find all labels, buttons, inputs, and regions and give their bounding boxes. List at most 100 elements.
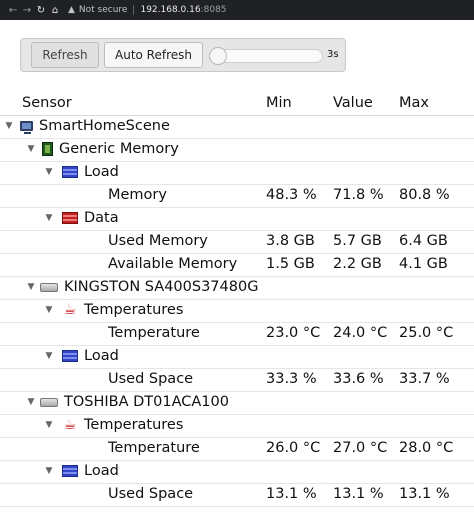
back-icon[interactable]: ← [6, 5, 20, 16]
sensor-min: 13.1 % [266, 486, 317, 502]
slider-handle[interactable] [209, 47, 227, 65]
thermometer-icon: ☕ [63, 417, 77, 433]
sensor-min: 26.0 °C [266, 440, 321, 456]
sensor-min: 33.3 % [266, 371, 317, 387]
sensor-max: 80.8 % [399, 187, 450, 203]
tree-row-hardware[interactable]: ▼ TOSHIBA DT01ACA100 [0, 392, 474, 415]
row-label: Temperatures [84, 417, 184, 433]
row-label: KINGSTON SA400S37480G [64, 279, 259, 295]
table-header: Sensor Min Value Max [0, 92, 474, 116]
row-label: Temperatures [84, 302, 184, 318]
header-sensor: Sensor [22, 95, 72, 111]
tree-row-hardware[interactable]: ▼ KINGSTON SA400S37480G [0, 277, 474, 300]
sensor-min: 3.8 GB [266, 233, 315, 249]
sensor-value: 2.2 GB [333, 256, 382, 272]
url-field[interactable]: 192.168.0.16:8085 [140, 5, 226, 15]
sensor-value: 13.1 % [333, 486, 384, 502]
load-icon [62, 350, 78, 362]
forward-icon[interactable]: → [20, 5, 34, 16]
tree-row-group[interactable]: ▼ ☕ Temperatures [0, 300, 474, 323]
collapse-toggle[interactable]: ▼ [4, 121, 14, 131]
sensor-row[interactable]: Temperature 23.0 °C 24.0 °C 25.0 °C [0, 323, 474, 346]
tree-row-computer[interactable]: ▼ SmartHomeScene [0, 116, 474, 139]
sensor-min: 48.3 % [266, 187, 317, 203]
sensor-name: Temperature [108, 325, 200, 341]
sensor-row[interactable]: Used Space 33.3 % 33.6 % 33.7 % [0, 369, 474, 392]
header-max: Max [399, 95, 429, 111]
sensor-row[interactable]: Temperature 26.0 °C 27.0 °C 28.0 °C [0, 438, 474, 461]
collapse-toggle[interactable]: ▼ [44, 351, 54, 361]
url-host: 192.168.0.16 [140, 5, 201, 15]
collapse-toggle[interactable]: ▼ [44, 213, 54, 223]
collapse-toggle[interactable]: ▼ [44, 420, 54, 430]
collapse-toggle[interactable]: ▼ [26, 144, 36, 154]
interval-label: 3s [327, 49, 339, 60]
security-label: Not secure [78, 5, 128, 15]
row-label: Generic Memory [59, 141, 179, 157]
sensor-value: 27.0 °C [333, 440, 388, 456]
data-icon [62, 212, 78, 224]
sensor-row[interactable]: Memory 48.3 % 71.8 % 80.8 % [0, 185, 474, 208]
row-label: Load [84, 348, 119, 364]
sensor-value: 5.7 GB [333, 233, 382, 249]
refresh-button[interactable]: Refresh [31, 42, 99, 68]
sensor-name: Available Memory [108, 256, 238, 272]
sensor-row[interactable]: Available Memory 1.5 GB 2.2 GB 4.1 GB [0, 254, 474, 277]
warning-icon: ▲ [68, 5, 75, 15]
load-icon [62, 465, 78, 477]
sensor-min: 1.5 GB [266, 256, 315, 272]
row-label: Data [84, 210, 119, 226]
sensor-row[interactable]: Used Memory 3.8 GB 5.7 GB 6.4 GB [0, 231, 474, 254]
sensor-max: 28.0 °C [399, 440, 454, 456]
tree-row-group[interactable]: ▼ Load [0, 162, 474, 185]
security-indicator[interactable]: ▲ Not secure [68, 5, 127, 15]
url-port: :8085 [200, 5, 227, 15]
refresh-toolbar: Refresh Auto Refresh 3s [20, 38, 346, 72]
sensor-max: 33.7 % [399, 371, 450, 387]
sensor-table: Sensor Min Value Max ▼ SmartHomeScene ▼ … [0, 92, 474, 507]
reload-icon[interactable]: ↻ [34, 5, 48, 16]
sensor-name: Used Memory [108, 233, 208, 249]
row-label: SmartHomeScene [39, 118, 170, 134]
sensor-name: Used Space [108, 486, 194, 502]
tree-row-group[interactable]: ▼ Load [0, 346, 474, 369]
divider [133, 5, 135, 15]
computer-icon [20, 121, 33, 134]
browser-address-bar: ← → ↻ ⌂ ▲ Not secure 192.168.0.16:8085 [0, 0, 474, 20]
collapse-toggle[interactable]: ▼ [26, 397, 36, 407]
sensor-value: 33.6 % [333, 371, 384, 387]
tree-row-hardware[interactable]: ▼ Generic Memory [0, 139, 474, 162]
collapse-toggle[interactable]: ▼ [44, 305, 54, 315]
row-label: TOSHIBA DT01ACA100 [64, 394, 229, 410]
sensor-max: 25.0 °C [399, 325, 454, 341]
row-label: Load [84, 164, 119, 180]
sensor-max: 13.1 % [399, 486, 450, 502]
tree-row-group[interactable]: ▼ Load [0, 461, 474, 484]
sensor-row[interactable]: Used Space 13.1 % 13.1 % 13.1 % [0, 484, 474, 507]
load-icon [62, 166, 78, 178]
browser-nav: ← → ↻ ⌂ [0, 5, 62, 16]
home-icon[interactable]: ⌂ [48, 5, 62, 16]
memory-icon [42, 142, 53, 156]
thermometer-icon: ☕ [63, 302, 77, 318]
hdd-icon [40, 397, 58, 407]
refresh-interval-slider[interactable] [209, 47, 323, 65]
tree-row-group[interactable]: ▼ Data [0, 208, 474, 231]
collapse-toggle[interactable]: ▼ [26, 282, 36, 292]
auto-refresh-button[interactable]: Auto Refresh [104, 42, 203, 68]
collapse-toggle[interactable]: ▼ [44, 167, 54, 177]
sensor-max: 4.1 GB [399, 256, 448, 272]
sensor-value: 24.0 °C [333, 325, 388, 341]
collapse-toggle[interactable]: ▼ [44, 466, 54, 476]
sensor-max: 6.4 GB [399, 233, 448, 249]
header-min: Min [266, 95, 292, 111]
sensor-name: Memory [108, 187, 167, 203]
header-value: Value [333, 95, 373, 111]
sensor-name: Temperature [108, 440, 200, 456]
sensor-min: 23.0 °C [266, 325, 321, 341]
sensor-name: Used Space [108, 371, 194, 387]
row-label: Load [84, 463, 119, 479]
hdd-icon [40, 282, 58, 292]
tree-row-group[interactable]: ▼ ☕ Temperatures [0, 415, 474, 438]
sensor-value: 71.8 % [333, 187, 384, 203]
